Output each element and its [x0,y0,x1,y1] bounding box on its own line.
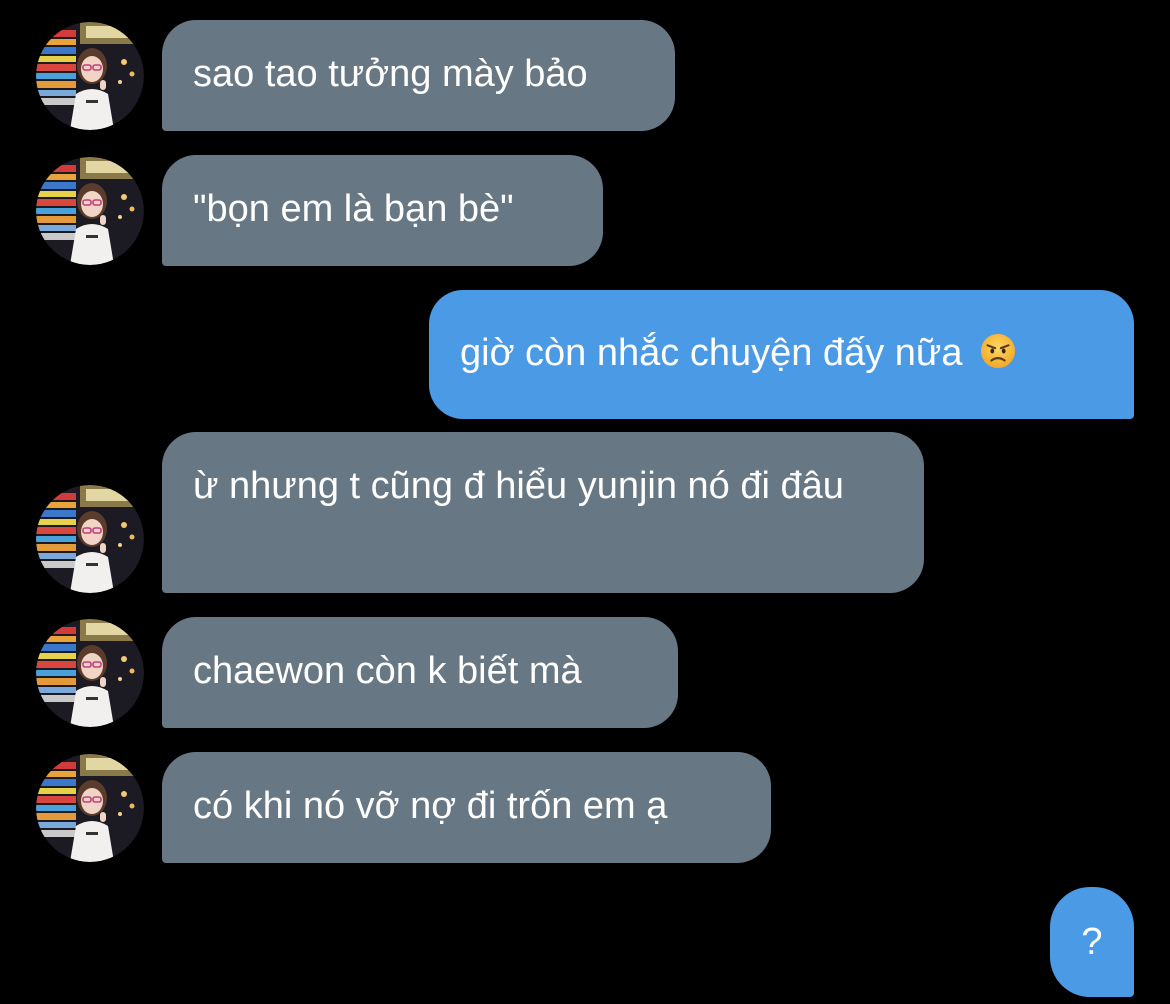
contact-avatar[interactable] [36,754,144,862]
incoming-message-bubble[interactable]: chaewon còn k biết mà [162,617,678,728]
message-text: có khi nó vỡ nợ đi trốn em ạ [193,785,668,827]
outgoing-message-bubble[interactable]: ? [1050,887,1134,997]
incoming-message-bubble[interactable]: "bọn em là bạn bè" [162,155,603,266]
message-text: ừ nhưng t cũng đ hiểu yunjin nó đi đâu [193,465,844,507]
angry-face-emoji-icon [980,333,1016,369]
message-text: giờ còn nhắc chuyện đấy nữa [460,332,963,374]
outgoing-message-bubble[interactable]: giờ còn nhắc chuyện đấy nữa [429,290,1134,419]
message-text: ? [1081,921,1103,963]
incoming-message-bubble[interactable]: có khi nó vỡ nợ đi trốn em ạ [162,752,771,863]
contact-avatar[interactable] [36,22,144,130]
message-text: chaewon còn k biết mà [193,650,582,692]
incoming-message-bubble[interactable]: sao tao tưởng mày bảo [162,20,675,131]
message-text: sao tao tưởng mày bảo [193,53,588,95]
contact-avatar[interactable] [36,485,144,593]
contact-avatar[interactable] [36,157,144,265]
contact-avatar[interactable] [36,619,144,727]
message-text: "bọn em là bạn bè" [193,188,514,230]
incoming-message-bubble[interactable]: ừ nhưng t cũng đ hiểu yunjin nó đi đâu [162,432,924,593]
